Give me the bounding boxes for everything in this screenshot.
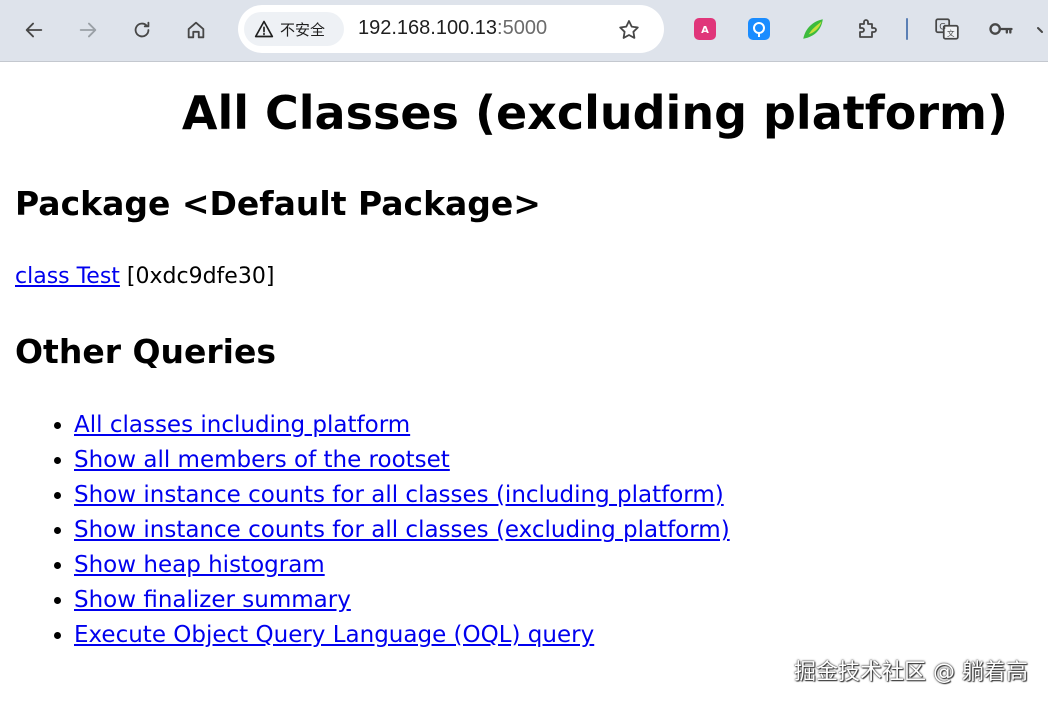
warning-icon bbox=[254, 20, 274, 38]
forward-icon bbox=[79, 22, 97, 38]
url-text[interactable]: 192.168.100.13:5000 bbox=[358, 17, 547, 40]
package-heading: Package <Default Package> bbox=[15, 184, 541, 223]
reload-button[interactable] bbox=[124, 12, 160, 48]
leaf-extension-button[interactable] bbox=[798, 14, 828, 44]
list-item: Execute Object Query Language (OQL) quer… bbox=[74, 618, 730, 653]
class-entry: class Test [0xdc9dfe30] bbox=[15, 264, 274, 289]
star-icon bbox=[619, 20, 639, 39]
url-host: 192.168.100.13 bbox=[358, 17, 498, 39]
list-item: Show heap histogram bbox=[74, 548, 730, 583]
google-translate-button[interactable]: G 文 bbox=[932, 14, 962, 44]
translate-extension-button[interactable]: A bbox=[690, 14, 720, 44]
query-link-oql[interactable]: Execute Object Query Language (OQL) quer… bbox=[74, 622, 594, 648]
password-manager-button[interactable] bbox=[986, 14, 1016, 44]
home-icon bbox=[187, 21, 205, 39]
extensions-puzzle-icon bbox=[859, 19, 877, 38]
page-title: All Classes (excluding platform) bbox=[181, 86, 1008, 140]
query-link-heap-histogram[interactable]: Show heap histogram bbox=[74, 552, 325, 578]
leaf-extension-icon bbox=[803, 19, 823, 39]
address-bar[interactable]: 不安全 192.168.100.13:5000 bbox=[238, 5, 664, 53]
list-item: Show instance counts for all classes (in… bbox=[74, 478, 730, 513]
list-item: Show instance counts for all classes (ex… bbox=[74, 513, 730, 548]
query-link-instance-counts-excluding[interactable]: Show instance counts for all classes (ex… bbox=[74, 517, 730, 543]
more-icon bbox=[1037, 27, 1043, 33]
security-chip[interactable]: 不安全 bbox=[244, 12, 344, 46]
toolbar-divider bbox=[906, 18, 908, 40]
pin-extension-button[interactable] bbox=[744, 14, 774, 44]
pin-extension-icon bbox=[748, 18, 770, 40]
queries-list: All classes including platform Show all … bbox=[34, 408, 730, 653]
more-menu-button[interactable] bbox=[1036, 14, 1048, 44]
list-item: All classes including platform bbox=[74, 408, 730, 443]
back-icon bbox=[25, 22, 43, 38]
svg-text:A: A bbox=[701, 25, 709, 36]
reload-icon bbox=[134, 21, 150, 38]
home-button[interactable] bbox=[178, 12, 214, 48]
browser-toolbar: 不安全 192.168.100.13:5000 A G 文 bbox=[0, 0, 1048, 62]
extensions-button[interactable] bbox=[852, 14, 882, 44]
list-item: Show finalizer summary bbox=[74, 583, 730, 618]
bookmark-star-button[interactable] bbox=[614, 15, 644, 45]
back-button[interactable] bbox=[16, 12, 52, 48]
google-translate-icon: G 文 bbox=[935, 18, 959, 40]
password-key-icon bbox=[989, 23, 1013, 35]
translate-extension-icon: A bbox=[694, 18, 716, 40]
other-queries-heading: Other Queries bbox=[15, 332, 277, 371]
query-link-all-classes-including-platform[interactable]: All classes including platform bbox=[74, 412, 410, 438]
class-address: [0xdc9dfe30] bbox=[119, 264, 275, 289]
svg-text:G: G bbox=[939, 23, 946, 33]
url-port: :5000 bbox=[497, 17, 548, 39]
forward-button[interactable] bbox=[70, 12, 106, 48]
svg-text:文: 文 bbox=[947, 28, 955, 38]
query-link-rootset-members[interactable]: Show all members of the rootset bbox=[74, 447, 450, 473]
watermark: 掘金技术社区 @ 躺着高 bbox=[794, 660, 1028, 685]
security-label: 不安全 bbox=[280, 20, 326, 39]
query-link-instance-counts-including[interactable]: Show instance counts for all classes (in… bbox=[74, 482, 724, 508]
query-link-finalizer-summary[interactable]: Show finalizer summary bbox=[74, 587, 351, 613]
list-item: Show all members of the rootset bbox=[74, 443, 730, 478]
page-content: All Classes (excluding platform) Package… bbox=[0, 62, 1048, 708]
class-link[interactable]: class Test bbox=[15, 264, 120, 289]
